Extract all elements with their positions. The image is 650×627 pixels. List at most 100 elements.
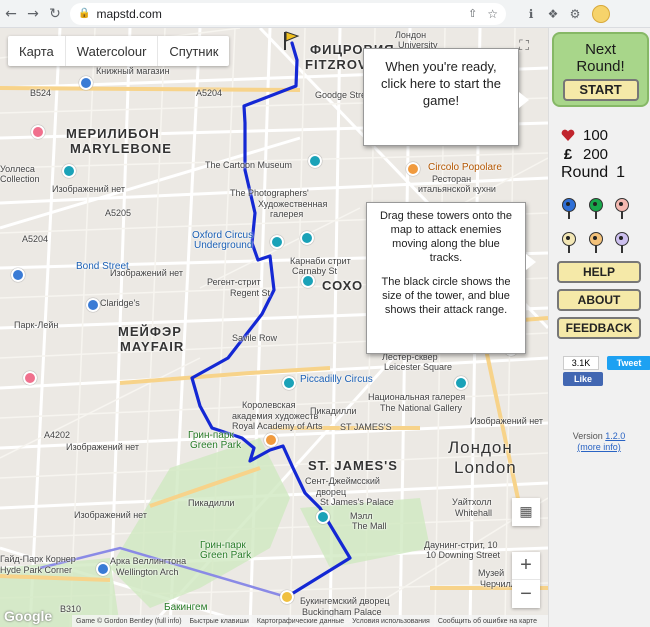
map-label: итальянской кухни <box>418 184 496 194</box>
round-label: Round <box>561 164 609 181</box>
map-label: Национальная галерея <box>368 392 466 402</box>
map-pin-icon[interactable] <box>86 298 100 312</box>
map-type-control: Карта Watercolour Спутник <box>8 36 230 66</box>
palace-crown-icon[interactable] <box>280 590 294 604</box>
map-label: Парк-Лейн <box>14 320 59 330</box>
map-pin-icon[interactable] <box>308 154 322 168</box>
map-label: Изображений нет <box>52 184 126 194</box>
map-pin-icon[interactable] <box>406 162 420 176</box>
map-label: Underground <box>194 240 253 251</box>
map-label: The National Gallery <box>380 403 463 413</box>
layers-grid-icon[interactable]: ▦ <box>512 498 540 526</box>
more-info-link[interactable]: (more info) <box>577 442 621 452</box>
map-pin-icon[interactable] <box>23 371 37 385</box>
map-pin-icon[interactable] <box>62 164 76 178</box>
footer-terms[interactable]: Условия использования <box>352 618 430 625</box>
tower-orange[interactable] <box>588 232 604 254</box>
facebook-like-button[interactable]: Like <box>563 372 603 386</box>
map-label: A5204 <box>196 88 223 98</box>
tooltip-arrow <box>526 254 536 270</box>
share-icon[interactable]: ⇧ <box>468 7 477 20</box>
map-label: Ресторан <box>432 174 472 184</box>
bookmark-star-icon[interactable]: ☆ <box>487 7 498 21</box>
zoom-in-button[interactable]: + <box>512 552 540 580</box>
map-type-map[interactable]: Карта <box>8 36 66 66</box>
map-label-london-en: London <box>454 458 517 477</box>
map-pin-icon[interactable] <box>31 125 45 139</box>
lock-icon: 🔒 <box>78 8 91 19</box>
extension-info-icon[interactable]: ℹ <box>520 3 542 25</box>
map-label: Collection <box>0 174 40 184</box>
tower-green[interactable] <box>588 198 604 220</box>
footer-shortcuts[interactable]: Быстрые клавиши <box>190 618 249 625</box>
map-label-soho: СОХО <box>322 278 364 293</box>
map-pin-icon[interactable] <box>300 231 314 245</box>
help-button[interactable]: HELP <box>557 261 641 283</box>
game-map[interactable]: Лондон University ФИЦРОВИЯ FITZROVIA Goo… <box>0 28 548 627</box>
round-value: 1 <box>616 164 626 181</box>
address-bar[interactable]: 🔒 mapstd.com ⇧ ☆ <box>70 2 506 25</box>
map-label: Книжный магазин <box>96 66 170 76</box>
map-label: Claridge's <box>100 298 140 308</box>
next-round-box[interactable]: Next Round! START <box>552 32 649 107</box>
tweet-button[interactable]: Tweet <box>607 356 650 370</box>
back-icon[interactable]: ← <box>0 3 22 25</box>
map-pin-icon[interactable] <box>11 268 25 282</box>
map-label: Regent St <box>230 288 271 298</box>
lives-stat: 100 <box>561 127 608 144</box>
map-label-circolo: Circolo Popolare <box>428 162 502 173</box>
map-pin-icon[interactable] <box>270 235 284 249</box>
zoom-control: + − <box>512 552 540 608</box>
map-label: Royal Academy of Arts <box>232 421 323 431</box>
game-panel: Next Round! START 100 £ 200 Round 1 HELP… <box>548 28 650 627</box>
map-label-marylebone: МЕРИЛИБОН <box>66 126 160 141</box>
map-label: Музей <box>478 568 505 578</box>
map-label: Художественная <box>258 199 328 209</box>
map-label: Green Park <box>190 440 242 451</box>
footer-mapdata[interactable]: Картографические данные <box>257 618 344 625</box>
map-label: The Photographers' <box>230 188 309 198</box>
map-label: Карнаби стрит <box>290 256 351 266</box>
settings-gear-icon[interactable]: ⚙ <box>564 3 586 25</box>
tower-blue[interactable] <box>561 198 577 220</box>
map-pin-icon[interactable] <box>454 376 468 390</box>
map-label-buckingham: Букингемский дворец <box>300 596 390 606</box>
map-type-watercolour[interactable]: Watercolour <box>66 36 159 66</box>
footer-credit[interactable]: Game © Gordon Bentley (full info) <box>76 618 182 625</box>
feedback-button[interactable]: FEEDBACK <box>557 317 641 339</box>
tower-lavender[interactable] <box>614 232 630 254</box>
towers-tooltip: Drag these towers onto the map to attack… <box>366 202 526 354</box>
map-label: B524 <box>30 88 52 98</box>
map-label: 10 Downing Street <box>426 550 501 560</box>
map-pin-icon[interactable] <box>79 76 93 90</box>
version-link[interactable]: 1.2.0 <box>605 431 625 441</box>
profile-avatar[interactable] <box>592 4 610 23</box>
heart-icon <box>561 129 575 141</box>
map-label-mayfair-en: MAYFAIR <box>120 339 185 354</box>
map-label-stjames: ST. JAMES'S <box>308 458 398 473</box>
footer-report[interactable]: Сообщить об ошибке на карте <box>438 618 537 625</box>
map-pin-icon[interactable] <box>264 433 278 447</box>
towers-tooltip-text-1: Drag these towers onto the map to attack… <box>379 210 513 264</box>
map-pin-icon[interactable] <box>96 562 110 576</box>
extensions-puzzle-icon[interactable]: ❖ <box>542 3 564 25</box>
money-stat: £ 200 <box>561 146 608 163</box>
map-label: Изображений нет <box>110 268 184 278</box>
url-text: mapstd.com <box>96 6 162 21</box>
start-button[interactable]: START <box>562 79 639 101</box>
map-pin-icon[interactable] <box>301 274 315 288</box>
map-footer: Game © Gordon Bentley (full info) Быстры… <box>72 615 548 627</box>
start-flag-icon <box>284 31 300 50</box>
map-pin-icon[interactable] <box>316 510 330 524</box>
tower-pink[interactable] <box>614 198 630 220</box>
forward-icon[interactable]: → <box>22 3 44 25</box>
about-button[interactable]: ABOUT <box>557 289 641 311</box>
zoom-out-button[interactable]: − <box>512 580 540 608</box>
map-label: дворец <box>316 487 347 497</box>
map-type-satellite[interactable]: Спутник <box>158 36 229 66</box>
tower-cream[interactable] <box>561 232 577 254</box>
map-pin-icon[interactable] <box>282 376 296 390</box>
reload-icon[interactable]: ↻ <box>44 3 66 25</box>
money-value: 200 <box>583 146 609 163</box>
map-label-mayfair: МЕЙФЭР <box>118 324 182 339</box>
